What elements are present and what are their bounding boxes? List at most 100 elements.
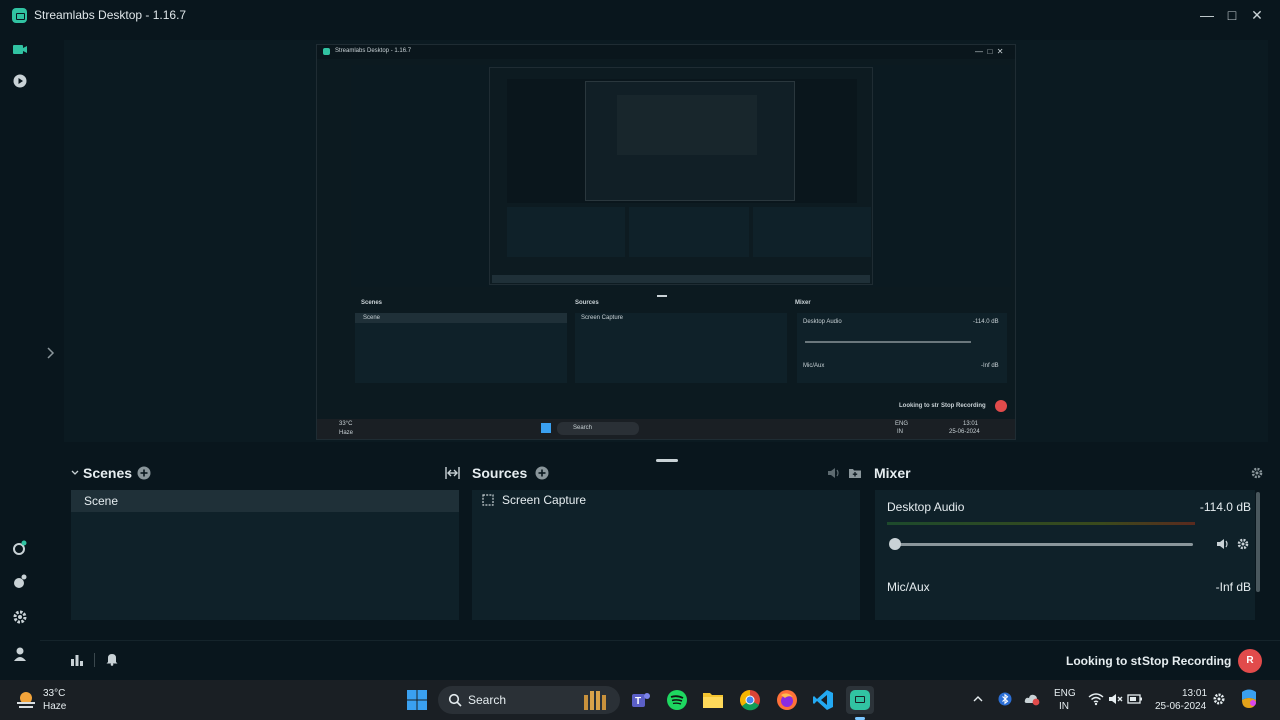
mixer-settings-gear-icon[interactable] xyxy=(1250,466,1264,480)
wifi-icon[interactable] xyxy=(1088,692,1104,706)
stop-recording-button[interactable]: Stop Recording xyxy=(1142,654,1231,668)
cloud-sync-icon[interactable] xyxy=(1024,692,1040,706)
preview-window-title: Streamlabs Desktop - 1.16.7 xyxy=(335,48,412,54)
mixer-list: Desktop Audio -114.0 dB Mic/Aux -Inf dB xyxy=(875,490,1255,620)
apps-icon[interactable] xyxy=(11,573,29,591)
preview-date: 25-06-2024 xyxy=(949,429,980,435)
chevron-down-icon[interactable] xyxy=(70,468,80,478)
show-hidden-icons-chevron-icon[interactable] xyxy=(972,693,984,705)
preview-time: 13:01 xyxy=(963,421,979,427)
add-folder-icon[interactable] xyxy=(848,466,862,480)
settings-gear-icon[interactable] xyxy=(11,608,29,626)
left-sidebar xyxy=(0,30,55,680)
copilot-icon[interactable] xyxy=(1238,688,1260,710)
windows-start-icon[interactable] xyxy=(406,689,428,711)
play-icon[interactable] xyxy=(11,72,29,90)
expand-chevron-icon[interactable] xyxy=(42,344,60,362)
preview-scene-item: Scene xyxy=(363,315,381,321)
screen-capture-preview: Streamlabs Desktop - 1.16.7 — □ ✕ Scenes… xyxy=(316,44,1016,440)
taskbar-search-box[interactable]: Search xyxy=(438,686,620,714)
preview-stop-recording: Stop Recording xyxy=(941,403,986,409)
preview-lang1: ENG xyxy=(895,421,909,427)
editor-icon[interactable] xyxy=(11,40,29,58)
weather-haze-icon[interactable] xyxy=(14,689,38,711)
desktop-audio-level: -114.0 dB xyxy=(1199,500,1251,514)
footer-status-text: Looking to st xyxy=(1066,654,1142,668)
sources-title: Sources xyxy=(472,465,528,481)
desktop-audio-slider-handle[interactable] xyxy=(889,538,901,550)
battery-icon[interactable] xyxy=(1127,692,1143,706)
preview-mixer-header: Mixer xyxy=(795,300,811,306)
speaker-icon[interactable] xyxy=(1216,537,1230,551)
source-item[interactable]: Screen Capture xyxy=(482,493,586,507)
language-line1[interactable]: ENG xyxy=(1054,688,1076,699)
windows-taskbar: 33°C Haze Search T ENG IN 13:01 25-06-20… xyxy=(0,680,1280,720)
add-scene-icon[interactable] xyxy=(137,466,151,480)
maximize-button[interactable]: □ xyxy=(1221,5,1243,25)
file-explorer-icon[interactable] xyxy=(702,689,724,711)
mixer-header: Mixer xyxy=(874,463,911,483)
themes-icon[interactable] xyxy=(11,539,29,557)
scene-transitions-icon[interactable] xyxy=(445,466,460,480)
audio-settings-icon[interactable] xyxy=(827,466,841,480)
volume-muted-icon[interactable] xyxy=(1108,692,1124,706)
mixer-scrollbar[interactable] xyxy=(1256,492,1260,592)
add-source-icon[interactable] xyxy=(535,466,549,480)
preview-sources-header: Sources xyxy=(575,300,599,306)
desktop-audio-volume-slider[interactable] xyxy=(893,543,1193,546)
record-button-label: R xyxy=(1246,655,1254,666)
mixer-title: Mixer xyxy=(874,465,911,481)
firefox-icon[interactable] xyxy=(776,689,798,711)
panel-resize-handle[interactable] xyxy=(656,459,678,462)
preview-status: Looking to str xyxy=(899,403,939,409)
mic-aux-label: Mic/Aux xyxy=(887,580,930,594)
notifications-bell-icon[interactable] xyxy=(105,652,119,666)
window-title: Streamlabs Desktop - 1.16.7 xyxy=(34,8,187,22)
scenes-title: Scenes xyxy=(83,465,133,481)
vscode-icon[interactable] xyxy=(812,689,834,711)
scenes-list: Scene xyxy=(71,490,459,620)
language-line2: IN xyxy=(1059,701,1069,712)
svg-text:T: T xyxy=(635,696,641,707)
preview-desktop-level: -114.0 dB xyxy=(973,319,999,325)
close-button[interactable]: ✕ xyxy=(1246,5,1268,25)
clock-time[interactable]: 13:01 xyxy=(1182,688,1207,699)
scenes-header: Scenes xyxy=(70,463,132,483)
minimize-button[interactable]: — xyxy=(1196,5,1218,25)
preview-weather-desc: Haze xyxy=(339,430,354,436)
scene-item-label: Scene xyxy=(84,494,119,508)
desktop-audio-meter xyxy=(887,522,1195,525)
screen-capture-icon xyxy=(482,494,494,506)
scene-item[interactable]: Scene xyxy=(71,490,459,512)
preview-search: Search xyxy=(573,425,593,431)
preview-source-item: Screen Capture xyxy=(581,315,624,321)
streamlabs-logo-icon xyxy=(12,8,27,23)
search-label: Search xyxy=(468,693,507,707)
bluetooth-icon[interactable] xyxy=(998,692,1012,706)
chrome-icon[interactable] xyxy=(739,689,761,711)
weather-temp: 33°C xyxy=(43,688,66,699)
streamlabs-taskbar-button[interactable] xyxy=(846,686,874,714)
performance-stats-icon[interactable] xyxy=(70,653,84,667)
spotify-icon[interactable] xyxy=(666,689,688,711)
preview-lang2: IN xyxy=(897,429,903,435)
profile-icon[interactable] xyxy=(11,645,29,663)
preview-mic-aux: Mic/Aux xyxy=(803,363,825,369)
preview-mic-level: -Inf dB xyxy=(981,363,999,369)
record-button[interactable]: R xyxy=(1238,649,1262,673)
clock-date: 25-06-2024 xyxy=(1155,701,1207,712)
weather-desc: Haze xyxy=(43,701,67,712)
desktop-audio-label: Desktop Audio xyxy=(887,500,965,514)
teams-icon[interactable]: T xyxy=(630,689,652,711)
search-icon xyxy=(448,693,462,707)
mic-aux-level: -Inf dB xyxy=(1215,580,1251,594)
footer-bar: Looking to st Stop Recording R xyxy=(40,640,1280,680)
preview-scenes-header: Scenes xyxy=(361,300,383,306)
sources-header: Sources xyxy=(472,463,527,483)
notification-settings-gear-icon[interactable] xyxy=(1212,692,1226,706)
sources-list: Screen Capture xyxy=(472,490,860,620)
title-bar: Streamlabs Desktop - 1.16.7 — □ ✕ xyxy=(0,0,1280,30)
desktop-audio-gear-icon[interactable] xyxy=(1236,537,1250,551)
source-item-label: Screen Capture xyxy=(502,493,587,507)
preview-weather-temp: 33°C xyxy=(339,421,353,427)
